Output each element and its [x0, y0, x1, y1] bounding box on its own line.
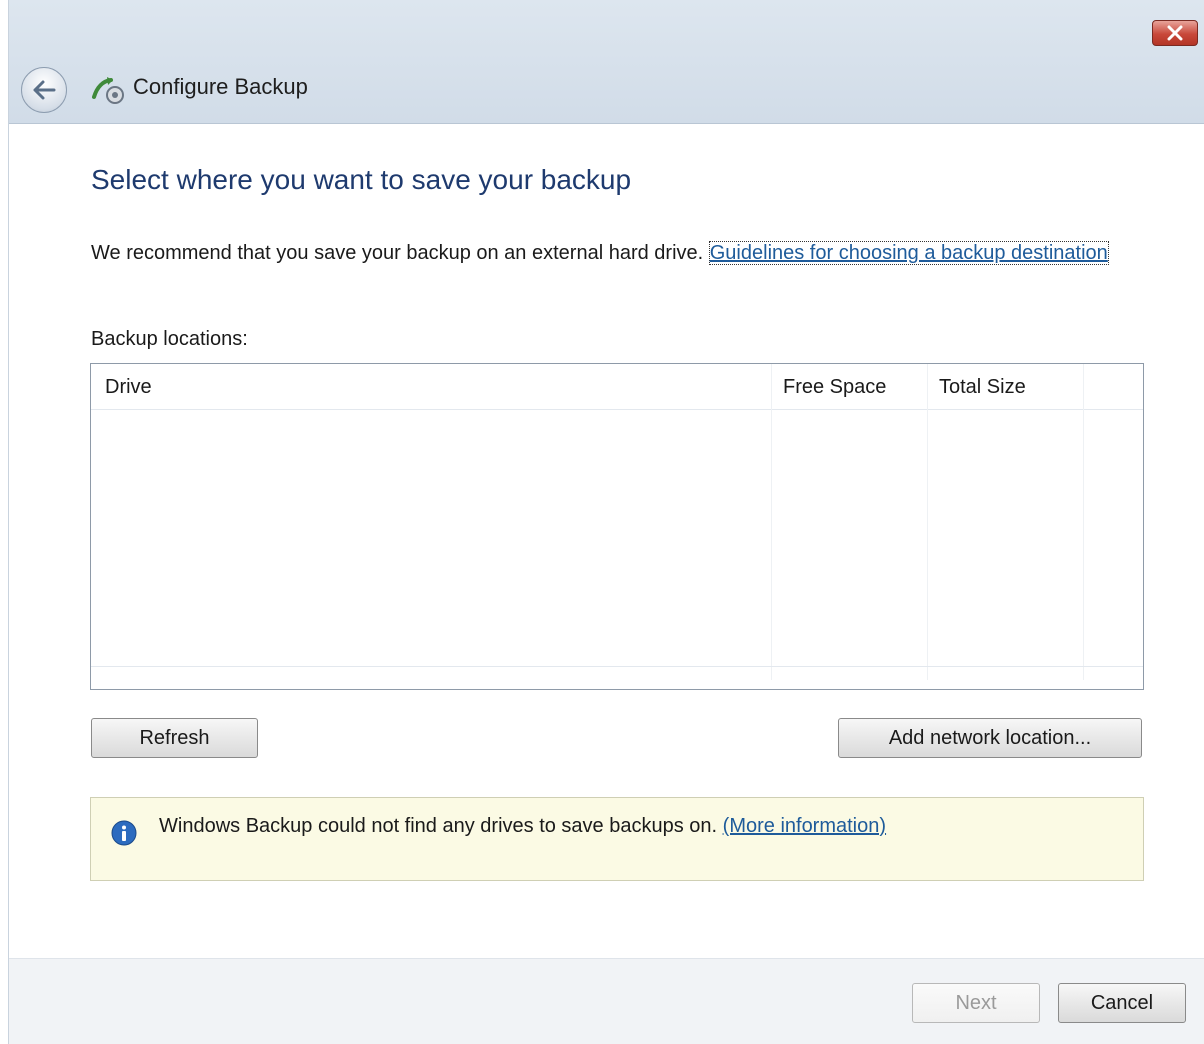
info-message-box: Windows Backup could not find any drives…	[90, 797, 1144, 881]
info-icon	[111, 820, 137, 846]
cancel-button[interactable]: Cancel	[1058, 983, 1186, 1023]
column-total-size[interactable]: Total Size	[939, 364, 1026, 410]
backup-icon	[92, 77, 124, 104]
back-button[interactable]	[21, 67, 67, 113]
info-message: Windows Backup could not find any drives…	[159, 815, 723, 837]
next-button[interactable]: Next	[912, 983, 1040, 1023]
info-text: Windows Backup could not find any drives…	[159, 815, 886, 838]
backup-locations-label: Backup locations:	[91, 328, 248, 350]
configure-backup-window: Configure Backup Select where you want t…	[8, 0, 1204, 1044]
list-header: Drive Free Space Total Size	[91, 364, 1143, 410]
footer: Next Cancel	[9, 958, 1204, 1044]
window-title: Configure Backup	[133, 74, 308, 99]
backup-locations-list[interactable]: Drive Free Space Total Size	[90, 363, 1144, 690]
more-information-link[interactable]: (More information)	[723, 815, 886, 837]
guidelines-link[interactable]: Guidelines for choosing a backup destina…	[708, 241, 1109, 265]
recommendation-label: We recommend that you save your backup o…	[91, 242, 709, 264]
title-bar: Configure Backup	[9, 0, 1204, 124]
column-divider	[927, 364, 928, 680]
refresh-button[interactable]: Refresh	[91, 718, 258, 758]
list-divider	[91, 666, 1143, 667]
recommendation-text: We recommend that you save your backup o…	[91, 239, 1151, 268]
page-heading: Select where you want to save your backu…	[91, 164, 632, 195]
column-free-space[interactable]: Free Space	[783, 364, 886, 410]
add-network-location-button[interactable]: Add network location...	[838, 718, 1142, 758]
column-divider	[1083, 364, 1084, 680]
column-divider	[771, 364, 772, 680]
back-arrow-icon	[33, 80, 56, 100]
close-icon	[1167, 25, 1183, 41]
column-drive[interactable]: Drive	[105, 364, 152, 410]
close-button[interactable]	[1152, 20, 1198, 46]
